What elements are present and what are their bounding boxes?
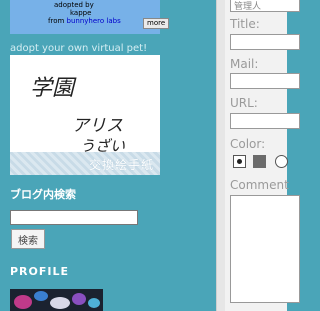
comment-form: Title: Mail: URL: Color: Comment [225, 0, 300, 311]
profile-heading: PROFILE [10, 265, 70, 278]
title-field[interactable] [230, 34, 300, 50]
comment-label: Comment [230, 178, 289, 192]
card-caption: 交換絵手紙 [88, 158, 154, 172]
pet-more-button[interactable]: more [143, 18, 170, 29]
comment-textarea[interactable] [230, 195, 300, 303]
pet-from-prefix: from [48, 17, 65, 25]
color-swatch-gray [253, 155, 266, 168]
url-label: URL: [230, 96, 258, 110]
blog-sidebar: adopted by kappe from bunnyhero labs mor… [0, 0, 216, 311]
pet-owner-name: kappe [70, 9, 92, 17]
color-label: Color: [230, 137, 266, 151]
virtual-pet-widget: adopted by kappe from bunnyhero labs mor… [10, 0, 170, 34]
blog-search-input[interactable] [10, 210, 138, 225]
title-label: Title: [230, 17, 260, 31]
handwriting-line-1: 学園 [30, 76, 77, 101]
bunnyhero-labs-link[interactable]: bunnyhero labs [67, 17, 121, 25]
name-field[interactable] [230, 0, 300, 12]
pet-adopted-by-text: adopted by [54, 1, 94, 9]
handwritten-letter-image[interactable]: 学園 アリス うざい 交換絵手紙 [10, 55, 160, 175]
adopt-pet-link[interactable]: adopt your own virtual pet! [10, 43, 147, 54]
url-field[interactable] [230, 113, 300, 129]
search-button[interactable]: 検索 [11, 229, 45, 249]
column-divider [216, 0, 225, 311]
pet-source-text: from bunnyhero labs [48, 17, 121, 25]
handwriting-line-2: アリス [72, 116, 123, 136]
color-radio-selected[interactable] [233, 155, 246, 168]
mail-field[interactable] [230, 73, 300, 89]
blog-search-heading: ブログ内検索 [10, 188, 76, 201]
color-radio-option[interactable] [275, 155, 288, 168]
handwriting-strokes: 学園 アリス うざい [30, 76, 125, 155]
card-caption-bar: 交換絵手紙 [10, 152, 160, 175]
mail-label: Mail: [230, 57, 259, 71]
profile-image [10, 289, 103, 311]
